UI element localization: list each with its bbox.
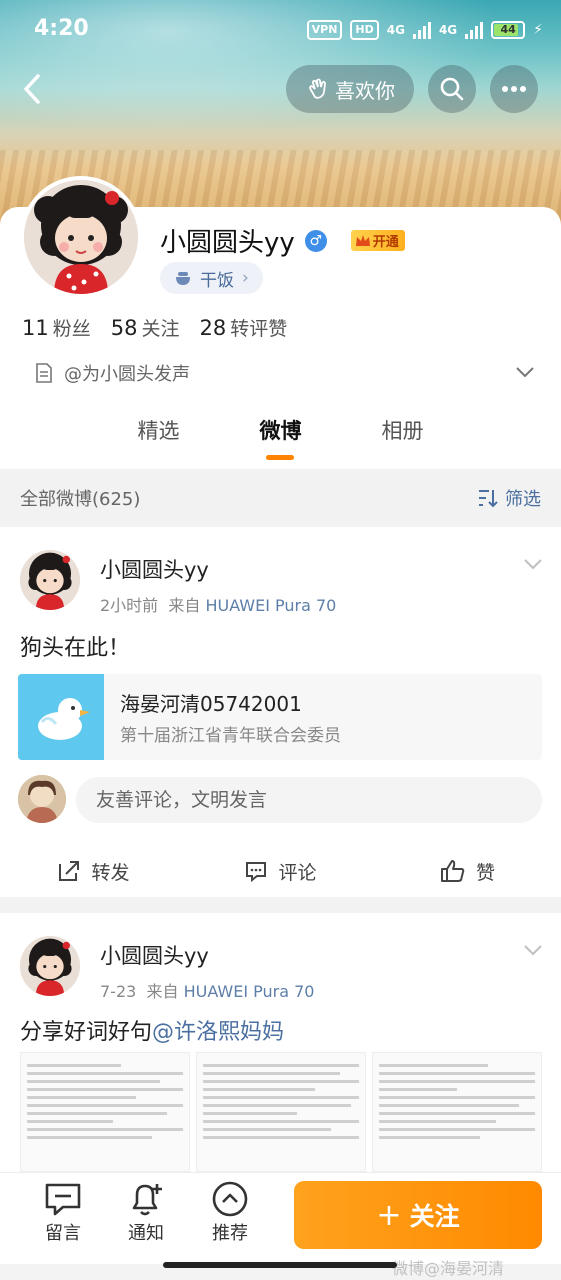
repost-button[interactable]: 转发 — [0, 845, 187, 897]
shared-user-name: 海晏河清05742001 — [120, 692, 302, 716]
comment-input[interactable]: 友善评论，文明发言 — [76, 777, 542, 823]
search-icon — [440, 77, 464, 101]
post-actions: 转发 评论 赞 — [0, 845, 561, 897]
profile-stats: 11 粉丝 58 关注 28 转评赞 — [22, 314, 287, 341]
back-arrow-icon — [24, 74, 40, 104]
chevron-down-icon — [516, 367, 534, 378]
net1-label: 4G — [386, 23, 405, 37]
post-image[interactable] — [20, 1052, 190, 1172]
profile-tag[interactable]: 干饭 › — [160, 262, 263, 294]
chevron-down-icon — [524, 559, 542, 570]
bowl-icon — [176, 272, 190, 285]
bell-plus-icon — [132, 1184, 162, 1216]
profile-name: 小圆圆头yy — [160, 228, 295, 258]
post-menu-button[interactable] — [522, 942, 544, 961]
doll-avatar-icon — [20, 550, 80, 610]
hand-wave-icon — [309, 78, 326, 99]
watermark: 微博@海晏河清05742001 — [392, 1259, 505, 1280]
more-dots-icon — [502, 86, 526, 92]
profile-name-row: 小圆圆头yy ♂ 开通 — [160, 222, 405, 259]
crown-icon — [355, 234, 370, 246]
post-text: 狗头在此！ — [20, 636, 131, 661]
more-button[interactable] — [490, 65, 538, 113]
profile-tag-label: 干饭 — [200, 270, 234, 291]
like-you-label: 喜欢你 — [335, 78, 395, 103]
notify-button[interactable]: 通知 — [116, 1179, 176, 1245]
stat-following[interactable]: 58 关注 — [111, 314, 180, 341]
profile-tabs: 精选 微博 相册 — [0, 415, 561, 445]
vip-label: 开通 — [372, 235, 399, 250]
tab-album[interactable]: 相册 — [342, 415, 464, 445]
comment-button[interactable]: 评论 — [187, 845, 374, 897]
filter-icon — [479, 490, 498, 508]
search-button[interactable] — [428, 65, 476, 113]
shared-user-desc: 第十届浙江省青年联合会委员 — [120, 726, 341, 746]
profile-avatar[interactable] — [20, 176, 142, 298]
post-images — [20, 1052, 542, 1172]
comment-icon — [246, 862, 267, 883]
tab-weibo[interactable]: 微博 — [220, 415, 342, 445]
all-weibo-count[interactable]: 全部微博(625) — [20, 485, 140, 511]
post-image[interactable] — [196, 1052, 366, 1172]
tab-featured[interactable]: 精选 — [98, 415, 220, 445]
expand-intro-button[interactable] — [514, 364, 536, 383]
post-author-name[interactable]: 小圆圆头yy — [100, 554, 209, 584]
post-meta: 2小时前 来自 HUAWEI Pura 70 — [100, 596, 337, 615]
post-menu-button[interactable] — [522, 556, 544, 575]
post-author-name[interactable]: 小圆圆头yy — [100, 940, 209, 970]
net2-label: 4G — [438, 23, 458, 37]
thumbs-up-icon — [440, 860, 465, 882]
vip-badge[interactable]: 开通 — [350, 230, 405, 251]
message-button[interactable]: 留言 — [33, 1179, 93, 1245]
signal2-icon — [465, 21, 484, 39]
post-author-avatar[interactable] — [20, 550, 80, 610]
male-icon: ♂ — [304, 229, 327, 252]
avatar-icon — [18, 775, 66, 823]
shared-user-card[interactable]: 海晏河清05742001 第十届浙江省青年联合会委员 — [18, 674, 542, 760]
profile-intro-text: @为小圆头发声 — [64, 364, 190, 385]
back-button[interactable] — [18, 70, 48, 108]
status-time: 4:20 — [34, 16, 89, 41]
post-text: 分享好词好句@许洛熙妈妈 — [20, 1020, 285, 1045]
charging-icon: ⚡ — [533, 22, 543, 38]
doll-avatar-icon — [24, 180, 138, 294]
recommend-icon — [212, 1181, 248, 1217]
home-indicator — [163, 1262, 397, 1268]
post-author-avatar[interactable] — [20, 936, 80, 996]
vpn-icon: VPN — [306, 20, 343, 40]
chevron-down-icon — [524, 945, 542, 956]
status-bar: 4:20 VPN HD 4G 4G 44 ⚡ — [0, 0, 561, 62]
plus-icon: + — [376, 1197, 402, 1233]
like-button[interactable]: 赞 — [374, 845, 561, 897]
signal-icon — [412, 21, 431, 39]
like-you-button[interactable]: 喜欢你 — [286, 65, 414, 113]
feed-filter-bar: 全部微博(625) 筛选 — [0, 469, 561, 527]
follow-button[interactable]: + 关注 — [294, 1181, 542, 1249]
duck-thumbnail-icon — [18, 674, 104, 760]
mention-link[interactable]: @许洛熙妈妈 — [152, 1020, 284, 1045]
my-avatar — [18, 775, 66, 823]
stat-fans[interactable]: 11 粉丝 — [22, 314, 91, 341]
repost-icon — [59, 861, 80, 881]
post-image[interactable] — [372, 1052, 542, 1172]
stat-interactions[interactable]: 28 转评赞 — [200, 314, 288, 341]
message-icon — [45, 1183, 81, 1216]
bottom-action-bar: 留言 通知 推荐 + 关注 — [0, 1172, 561, 1264]
battery-icon: 44 — [491, 21, 526, 39]
doll-avatar-icon — [20, 936, 80, 996]
recommend-button[interactable]: 推荐 — [200, 1179, 260, 1245]
filter-button[interactable]: 筛选 — [477, 485, 541, 511]
post-divider — [0, 897, 561, 913]
chevron-right-icon: › — [242, 268, 249, 288]
post-meta: 7-23 来自 HUAWEI Pura 70 — [100, 982, 315, 1001]
hd-icon: HD — [350, 20, 379, 40]
document-icon — [36, 363, 52, 383]
profile-intro[interactable]: @为小圆头发声 — [34, 360, 190, 386]
tab-indicator — [266, 455, 294, 460]
